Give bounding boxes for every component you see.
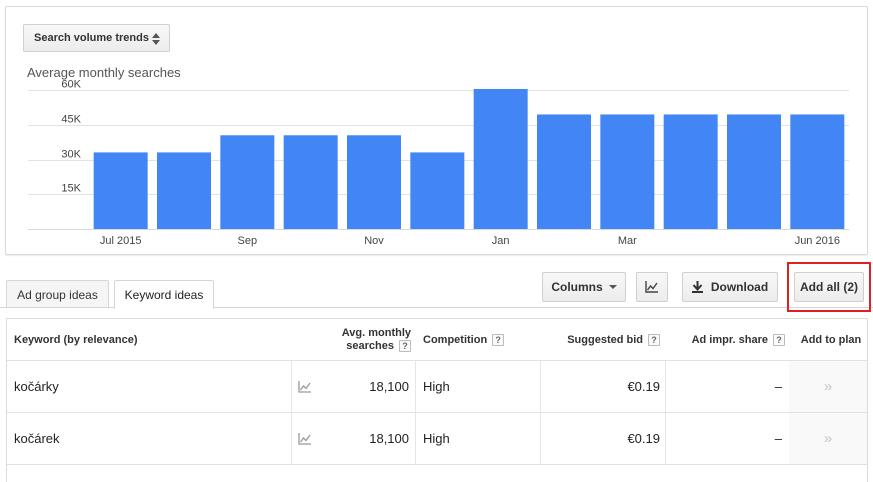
y-tick-label: 15K	[61, 183, 81, 195]
column-divider	[665, 361, 666, 412]
columns-button[interactable]: Columns	[542, 272, 626, 302]
tab-ad-group-ideas[interactable]: Ad group ideas	[6, 280, 109, 308]
header-suggested-bid[interactable]: Suggested bid ?	[547, 319, 660, 360]
chart-bar	[473, 89, 528, 229]
add-to-plan-cell: »	[789, 413, 867, 464]
table-row: kočárek 18,100 High €0.19 – »	[7, 413, 867, 465]
x-tick-label: Jun 2016	[795, 235, 840, 247]
bid-cell: €0.19	[627, 379, 660, 394]
x-tick-label: Jan	[492, 235, 510, 247]
y-tick-label: 60K	[61, 79, 81, 91]
chart-bar	[537, 114, 591, 229]
add-to-plan-cell: »	[789, 361, 867, 412]
download-icon	[691, 281, 703, 293]
keyword-cell: kočárky	[14, 379, 59, 394]
header-keyword[interactable]: Keyword (by relevance)	[14, 319, 294, 360]
x-tick-label: Sep	[238, 235, 258, 247]
y-tick-label: 45K	[61, 114, 81, 126]
header-ad-impr-share[interactable]: Ad impr. share ?	[671, 319, 785, 360]
column-divider	[665, 413, 666, 464]
searches-cell: 18,100	[369, 379, 409, 394]
add-to-plan-icon[interactable]: »	[824, 430, 832, 447]
column-divider	[415, 413, 416, 464]
chart-bar	[283, 135, 338, 229]
column-divider	[291, 361, 292, 412]
column-divider	[291, 413, 292, 464]
chart-bar	[790, 114, 845, 229]
header-competition-label: Competition	[423, 333, 488, 346]
help-icon[interactable]: ?	[492, 333, 505, 346]
trend-cell	[298, 361, 318, 412]
keyword-ideas-table: Keyword (by relevance) Avg. monthly sear…	[6, 318, 868, 482]
chart-bar	[157, 152, 211, 229]
header-bid-label: Suggested bid	[567, 333, 643, 346]
table-header-row: Keyword (by relevance) Avg. monthly sear…	[7, 319, 867, 361]
chart-bar	[663, 114, 718, 229]
search-volume-chart-card: Search volume trends Average monthly sea…	[5, 6, 868, 255]
caret-down-icon	[608, 285, 617, 289]
header-avg-monthly-searches[interactable]: Avg. monthly searches?	[307, 319, 411, 360]
keyword-cell: kočárek	[14, 431, 60, 446]
mini-trend-chart-icon[interactable]	[298, 380, 312, 393]
chart-bar	[347, 135, 401, 229]
impr-share-cell: –	[774, 379, 782, 394]
y-tick-label: 30K	[61, 149, 81, 161]
header-avg-line2: searches	[346, 339, 394, 352]
header-add-to-plan: Add to plan	[795, 319, 867, 360]
x-tick-label: Nov	[364, 235, 384, 247]
chart-bar	[410, 152, 465, 229]
chart-bar	[220, 135, 275, 229]
competition-cell: High	[423, 431, 450, 446]
header-plan-label: Add to plan	[800, 333, 862, 346]
chart-bar	[727, 114, 781, 229]
toggle-chart-button[interactable]	[636, 272, 668, 302]
table-row: kočárky 18,100 High €0.19 – »	[7, 361, 867, 413]
help-icon[interactable]: ?	[773, 333, 785, 346]
x-tick-label: Jul 2015	[100, 235, 142, 247]
chart-bar	[600, 114, 655, 229]
header-impr-label: Ad impr. share	[691, 333, 768, 346]
add-to-plan-icon[interactable]: »	[824, 378, 832, 395]
download-label: Download	[710, 280, 769, 294]
competition-cell: High	[423, 379, 450, 394]
columns-label: Columns	[551, 280, 603, 294]
add-all-label: Add all (2)	[799, 280, 858, 294]
mini-trend-chart-icon[interactable]	[298, 432, 312, 445]
bid-cell: €0.19	[627, 431, 660, 446]
chart-bar	[93, 152, 148, 229]
help-icon[interactable]: ?	[399, 339, 411, 352]
help-icon[interactable]: ?	[648, 333, 660, 346]
download-button[interactable]: Download	[682, 272, 778, 302]
impr-share-cell: –	[774, 431, 782, 446]
column-divider	[540, 413, 541, 464]
header-keyword-label: Keyword (by relevance)	[14, 333, 138, 346]
column-divider	[540, 361, 541, 412]
header-avg-line1: Avg. monthly	[341, 326, 411, 339]
x-tick-label: Mar	[618, 235, 637, 247]
searches-cell: 18,100	[369, 431, 409, 446]
trend-cell	[298, 413, 318, 464]
add-all-button[interactable]: Add all (2)	[794, 272, 864, 302]
tab-keyword-ideas[interactable]: Keyword ideas	[114, 280, 214, 309]
column-divider	[415, 361, 416, 412]
bar-chart: 15K 30K 45K 60K Jul 2015 Sep Nov Jan Mar Jun 2016	[28, 79, 849, 247]
line-chart-icon	[645, 281, 658, 293]
header-competition[interactable]: Competition ?	[423, 319, 543, 360]
